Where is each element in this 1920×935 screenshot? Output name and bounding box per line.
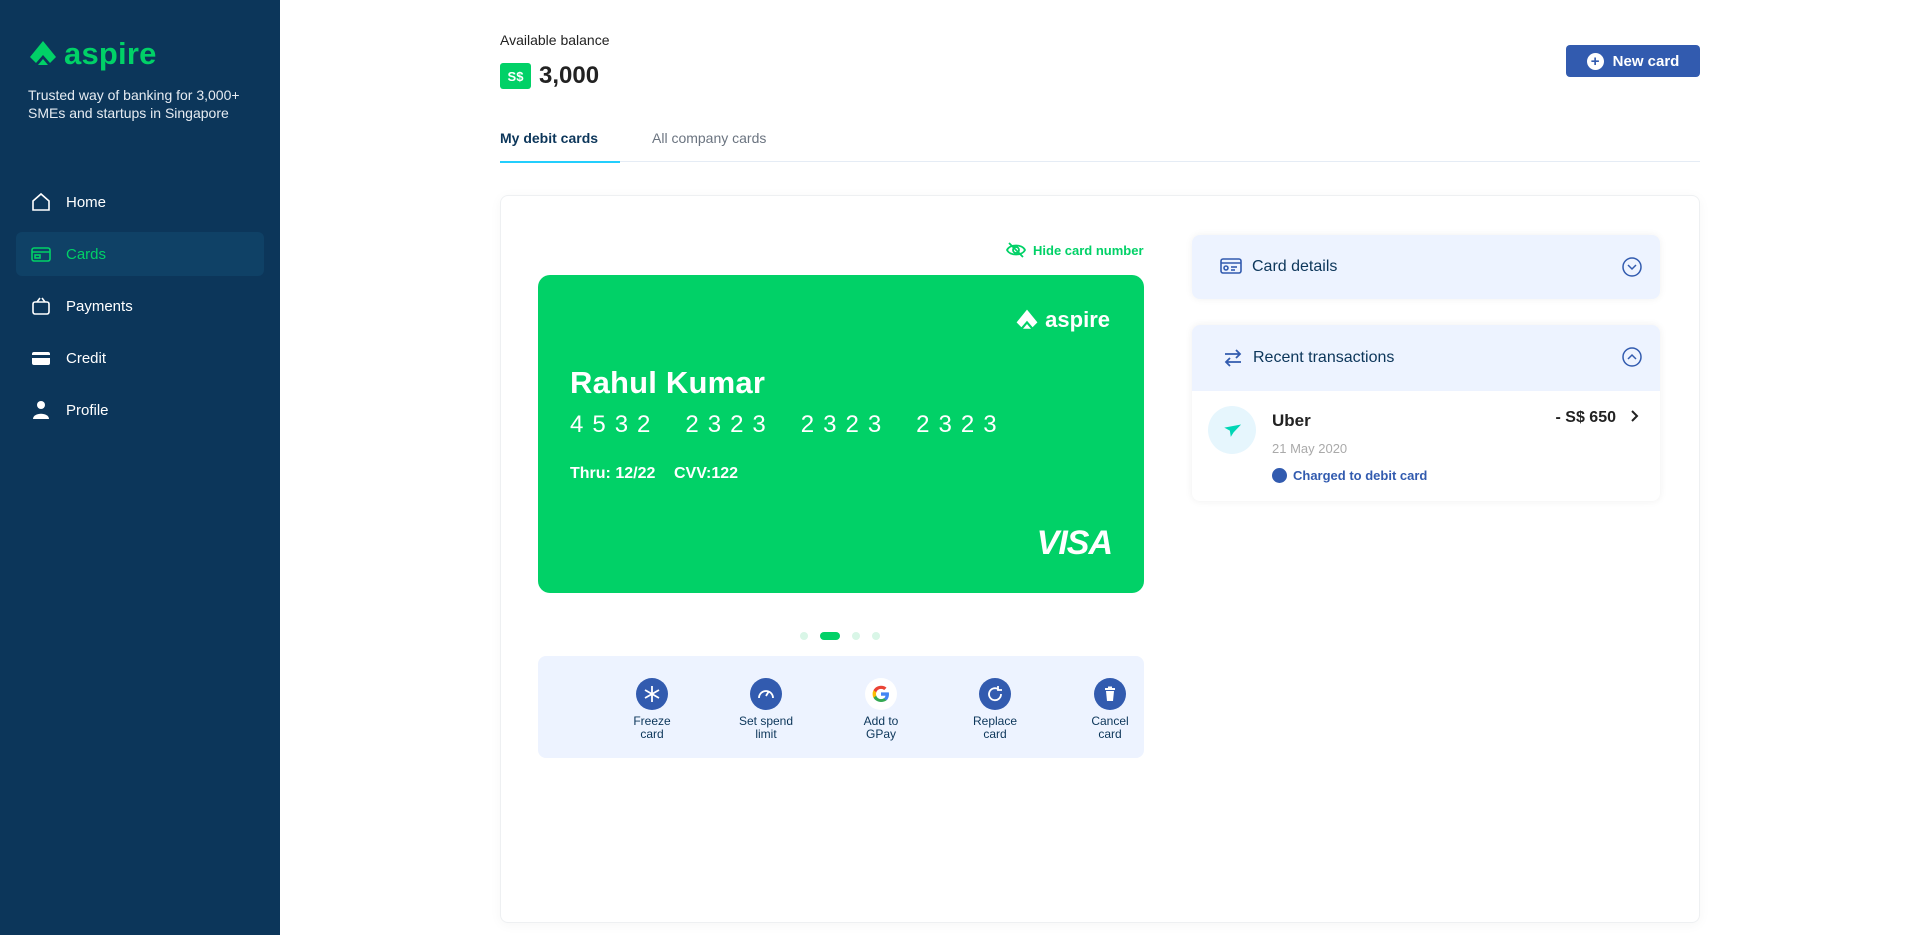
card-number-group: 2323 xyxy=(800,411,891,438)
transaction-amount: - S$ 650 xyxy=(1555,409,1616,426)
new-card-button[interactable]: + New card xyxy=(1566,45,1700,77)
replace-card-button[interactable]: Replace card xyxy=(955,678,1035,741)
new-card-label: New card xyxy=(1612,52,1680,70)
carousel-dot-active[interactable] xyxy=(820,632,840,640)
hide-card-number-label: Hide card number xyxy=(1033,242,1144,258)
card-number-group: 4532 xyxy=(570,411,660,438)
card-brand-text: aspire xyxy=(1045,307,1110,332)
set-spend-limit-button[interactable]: Set spend limit xyxy=(726,678,806,741)
balance-amount: 3,000 xyxy=(539,62,600,89)
card-details-title: Card details xyxy=(1252,258,1338,275)
recent-transactions-header[interactable]: Recent transactions xyxy=(1192,325,1660,391)
freeze-card-button[interactable]: Freeze card xyxy=(612,678,692,741)
sidebar-item-cards[interactable]: Cards xyxy=(16,232,264,276)
sidebar-item-label: Home xyxy=(66,193,107,211)
logo-text: aspire xyxy=(64,36,157,71)
credit-icon xyxy=(32,352,50,365)
card-icon xyxy=(31,247,51,262)
sidebar-item-payments[interactable]: Payments xyxy=(16,284,264,328)
chevron-right-icon[interactable] xyxy=(1628,407,1642,425)
transfer-icon xyxy=(1224,349,1242,367)
visa-logo: VISA xyxy=(1036,524,1113,562)
sidebar-item-label: Cards xyxy=(66,245,107,263)
carousel-dot[interactable] xyxy=(852,632,860,640)
balance-label: Available balance xyxy=(500,32,610,48)
card-carousel-dots xyxy=(800,632,892,640)
carousel-dot[interactable] xyxy=(872,632,880,640)
replace-card-label: Replace card xyxy=(972,714,1018,741)
currency-badge: S$ xyxy=(500,63,531,89)
sidebar-item-credit[interactable]: Credit xyxy=(16,336,264,380)
transaction-merchant: Uber xyxy=(1272,411,1311,430)
card-number: 4532 2323 2323 2323 xyxy=(570,411,1032,439)
transaction-charge-label: Charged to debit card xyxy=(1293,468,1428,483)
sidebar-item-home[interactable]: Home xyxy=(16,180,264,224)
card-expiry: Thru: 12/22 xyxy=(570,465,656,482)
cancel-card-label: Cancel card xyxy=(1091,714,1129,741)
chevron-down-icon[interactable] xyxy=(1622,257,1642,277)
debit-card[interactable]: aspire Rahul Kumar 4532 2323 2323 2323 T… xyxy=(538,275,1144,593)
profile-icon xyxy=(33,401,49,419)
hide-card-number-button[interactable]: Hide card number xyxy=(1006,242,1144,258)
card-details-icon xyxy=(1220,258,1242,274)
set-spend-limit-label: Set spend limit xyxy=(738,714,794,741)
replace-icon xyxy=(979,678,1011,710)
transaction-date: 21 May 2020 xyxy=(1272,441,1348,456)
google-icon xyxy=(865,678,897,710)
add-to-gpay-label: Add to GPay xyxy=(863,714,899,741)
eye-off-icon xyxy=(1006,242,1026,258)
balance-row: S$ 3,000 xyxy=(500,62,599,90)
card-brand-logo: aspire xyxy=(1015,307,1110,333)
card-cvv: CVV:122 xyxy=(674,465,739,482)
card-details-accordion[interactable]: Card details xyxy=(1192,235,1660,299)
payments-icon xyxy=(32,297,50,315)
sidebar-nav: Home Cards Payments Credit Profile xyxy=(16,180,264,440)
recent-transactions-title: Recent transactions xyxy=(1253,349,1395,366)
card-holder-name: Rahul Kumar xyxy=(570,365,766,400)
freeze-card-label: Freeze card xyxy=(633,714,671,741)
card-number-group: 2323 xyxy=(685,411,775,438)
sidebar-item-label: Credit xyxy=(66,349,107,367)
sidebar-item-profile[interactable]: Profile xyxy=(16,388,264,432)
aspire-logo-icon xyxy=(1016,309,1038,329)
sidebar: aspire Trusted way of banking for 3,000+… xyxy=(0,0,280,935)
carousel-dot[interactable] xyxy=(800,632,808,640)
plane-icon xyxy=(1208,406,1256,454)
freeze-icon xyxy=(636,678,668,710)
trash-icon xyxy=(1094,678,1126,710)
plus-icon: + xyxy=(1586,52,1604,70)
add-to-gpay-button[interactable]: Add to GPay xyxy=(841,678,921,741)
card-actions: Freeze card Set spend limit Add to GPay … xyxy=(538,656,1144,758)
cancel-card-button[interactable]: Cancel card xyxy=(1070,678,1150,741)
transaction-charge-info: Charged to debit card xyxy=(1272,468,1427,483)
speedometer-icon xyxy=(750,678,782,710)
tab-all-company-cards[interactable]: All company cards xyxy=(652,130,766,162)
tagline: Trusted way of banking for 3,000+ SMEs a… xyxy=(28,87,240,121)
sidebar-item-label: Profile xyxy=(66,401,109,419)
aspire-logo-icon xyxy=(30,41,56,65)
home-icon xyxy=(32,192,50,211)
card-tabs: My debit cards All company cards xyxy=(500,130,1700,163)
debit-card-mini-icon xyxy=(1272,468,1287,483)
aspire-logo[interactable]: aspire xyxy=(28,36,157,72)
card-number-group: 2323 xyxy=(916,411,1006,438)
tab-my-debit-cards[interactable]: My debit cards xyxy=(500,130,621,163)
recent-transactions-accordion: Recent transactions Uber 21 May 2020 Cha… xyxy=(1192,325,1660,501)
chevron-up-icon[interactable] xyxy=(1622,347,1642,367)
sidebar-item-label: Payments xyxy=(66,297,133,315)
